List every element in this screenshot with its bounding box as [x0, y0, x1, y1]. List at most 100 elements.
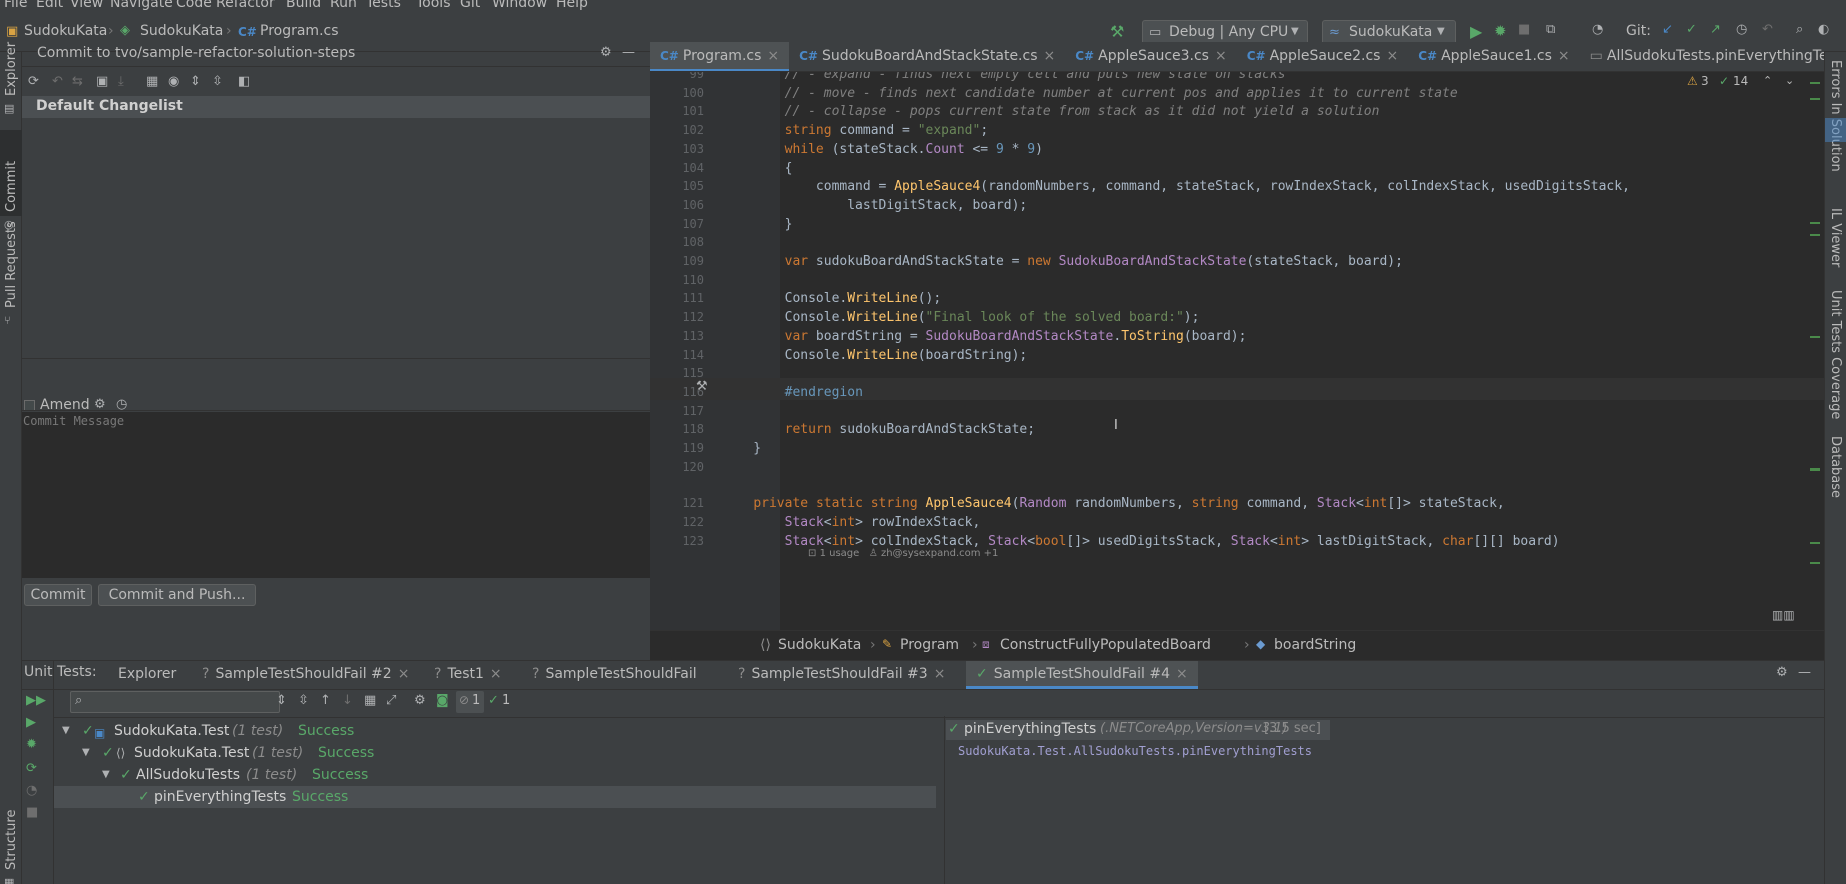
code-editor[interactable]: 99 // - expand - finds next empty cell a… — [650, 72, 1824, 630]
menu-build[interactable]: Build — [286, 0, 321, 11]
change-marker[interactable] — [1810, 468, 1820, 471]
tab-program-cs[interactable]: C# Program.cs × — [650, 42, 790, 71]
tool-errors-in-solution[interactable]: Errors In Solution — [1828, 60, 1843, 172]
tab-applesauce3[interactable]: C# AppleSauce3.cs × — [1065, 42, 1236, 71]
usage-author[interactable]: zh@sysexpand.com +1 — [881, 548, 998, 559]
settings-icon[interactable]: ⚙ — [414, 693, 426, 708]
change-marker[interactable] — [1810, 562, 1820, 564]
preview-diff-icon[interactable]: ◧ — [238, 74, 250, 89]
collapse-all-icon[interactable]: ⇳ — [212, 74, 223, 89]
collapse-all-icon[interactable]: ⇳ — [298, 693, 309, 708]
profiler-icon[interactable]: ◔ — [1592, 22, 1603, 37]
breadcrumb-namespace[interactable]: SudokuKata — [778, 637, 861, 653]
code-line[interactable]: // - collapse - pops current state from … — [722, 104, 1380, 119]
chevron-down-icon[interactable]: ▼ — [102, 764, 110, 786]
menu-tests[interactable]: Tests — [366, 0, 401, 11]
close-icon[interactable]: × — [1044, 48, 1056, 64]
ide-update-icon[interactable]: ◐ — [1818, 22, 1829, 37]
export-icon[interactable]: ⤢ — [386, 693, 396, 708]
breadcrumb-class[interactable]: Program — [900, 637, 959, 653]
menu-navigate[interactable]: Navigate — [110, 0, 173, 11]
next-icon[interactable]: ↓ — [342, 693, 353, 708]
rollback-icon[interactable]: ↶ — [52, 74, 63, 89]
code-line[interactable]: // - expand - finds next empty cell and … — [722, 72, 1286, 82]
pass-count[interactable]: 1 — [502, 693, 510, 708]
chevron-up-icon[interactable]: ⌃ — [1763, 74, 1772, 87]
git-rollback-icon[interactable]: ↶ — [1762, 22, 1773, 37]
code-line[interactable]: private static string AppleSauce4(Random… — [722, 496, 1504, 511]
diff-icon[interactable]: ▣ — [96, 74, 108, 89]
code-line[interactable]: var boardString = SudokuBoardAndStackSta… — [722, 329, 1247, 344]
refresh-icon[interactable]: ⟳ — [28, 74, 39, 89]
menu-view[interactable]: View — [70, 0, 103, 11]
minimize-icon[interactable]: — — [1798, 665, 1811, 680]
chevron-down-icon[interactable]: ⌄ — [1785, 74, 1794, 87]
tab-session-test1[interactable]: ? Test1 × — [434, 661, 502, 689]
attach-process-icon[interactable]: ⧉ — [1546, 22, 1555, 37]
menu-window[interactable]: Window — [492, 0, 547, 11]
code-line[interactable]: Console.WriteLine("Final look of the sol… — [722, 310, 1200, 325]
close-icon[interactable]: × — [1558, 48, 1570, 64]
change-marker[interactable] — [1810, 336, 1820, 338]
change-marker[interactable] — [1810, 82, 1820, 84]
nav-crumb-project[interactable]: SudokuKata — [140, 23, 223, 39]
gear-icon[interactable]: ⚙ — [1776, 665, 1788, 680]
tool-database[interactable]: Database — [1828, 436, 1843, 498]
debug-icon[interactable]: ✹ — [1494, 22, 1507, 40]
menu-edit[interactable]: Edit — [36, 0, 63, 11]
tab-unit-explorer[interactable]: Explorer — [118, 661, 176, 689]
code-line[interactable]: #endregion — [722, 385, 863, 400]
close-icon[interactable]: × — [490, 666, 502, 682]
result-header[interactable]: ✓ pinEverythingTests (.NETCoreApp,Versio… — [946, 720, 1330, 740]
code-line[interactable]: return sudokuBoardAndStackState; — [722, 422, 1035, 437]
change-marker[interactable] — [1810, 542, 1820, 544]
expand-all-icon[interactable]: ⇕ — [276, 693, 287, 708]
code-line[interactable]: { — [722, 161, 793, 176]
tree-row[interactable]: ▼ ✓ ▣ SudokuKata.Test (1 test) Success — [54, 720, 936, 742]
breadcrumb-method[interactable]: ConstructFullyPopulatedBoard — [1000, 637, 1211, 653]
code-line[interactable]: command = AppleSauce4(randomNumbers, com… — [722, 179, 1630, 194]
tab-applesauce2[interactable]: C# AppleSauce2.cs × — [1237, 42, 1408, 71]
hammer-gutter-icon[interactable]: ⚒ — [696, 379, 708, 394]
code-line[interactable]: Console.WriteLine(); — [722, 291, 942, 306]
tab-applesauce1[interactable]: C# AppleSauce1.cs × — [1408, 42, 1579, 71]
move-changelist-icon[interactable]: ⇆ — [72, 74, 83, 89]
expand-all-icon[interactable]: ⇕ — [190, 74, 201, 89]
track-running-icon[interactable]: ◙ — [436, 693, 449, 708]
close-icon[interactable]: × — [934, 666, 946, 682]
breadcrumb-variable[interactable]: boardString — [1274, 637, 1356, 653]
code-line[interactable]: } — [722, 217, 793, 232]
code-line[interactable]: // - move - finds next candidate number … — [722, 86, 1458, 101]
code-line[interactable]: Stack<int> colIndexStack, Stack<bool[]> … — [722, 534, 1560, 549]
menu-code[interactable]: Code — [176, 0, 212, 11]
menu-run[interactable]: Run — [330, 0, 357, 11]
tool-pull-requests[interactable]: Pull Requests — [4, 221, 19, 308]
group-by-icon[interactable]: ▦ — [364, 693, 376, 708]
nav-project[interactable]: SudokuKata — [24, 23, 107, 39]
close-icon[interactable]: × — [1215, 48, 1227, 64]
build-hammer-icon[interactable]: ⚒ — [1110, 22, 1124, 41]
menu-file[interactable]: File — [4, 0, 27, 11]
inspection-widget[interactable]: ⚠ 3 ✓ 14 ⌃ ⌄ — [1685, 72, 1823, 92]
code-line[interactable]: Console.WriteLine(boardString); — [722, 348, 1028, 363]
menu-help[interactable]: Help — [556, 0, 588, 11]
git-commit-icon[interactable]: ✓ — [1686, 22, 1697, 37]
tree-row[interactable]: ▼ ✓ AllSudokuTests (1 test) Success — [54, 764, 936, 786]
tab-session-fail[interactable]: ? SampleTestShouldFail — [532, 661, 697, 689]
filter-count-toggle[interactable]: ⊘ 1 — [456, 691, 484, 713]
commit-button[interactable]: Commit — [24, 584, 92, 606]
previous-icon[interactable]: ↑ — [320, 693, 331, 708]
shelve-icon[interactable]: ⤓ — [118, 74, 124, 89]
tool-structure[interactable]: Structure — [4, 810, 19, 870]
git-update-icon[interactable]: ↙ — [1662, 22, 1673, 37]
chevron-down-icon[interactable]: ▼ — [82, 742, 90, 764]
tab-session-fail-3[interactable]: ? SampleTestShouldFail #3 × — [738, 661, 945, 689]
code-line[interactable]: var sudokuBoardAndStackState = new Sudok… — [722, 254, 1403, 269]
tab-session-fail-2[interactable]: ? SampleTestShouldFail #2 × — [202, 661, 409, 689]
commit-and-push-button[interactable]: Commit and Push... — [98, 584, 256, 606]
test-search-input[interactable]: ⌕ — [70, 691, 280, 713]
change-marker[interactable] — [1810, 98, 1820, 100]
eye-icon[interactable]: ◉ — [168, 74, 179, 89]
change-marker[interactable] — [1810, 222, 1820, 224]
tab-session-fail-4[interactable]: ✓ SampleTestShouldFail #4 × — [966, 661, 1198, 689]
